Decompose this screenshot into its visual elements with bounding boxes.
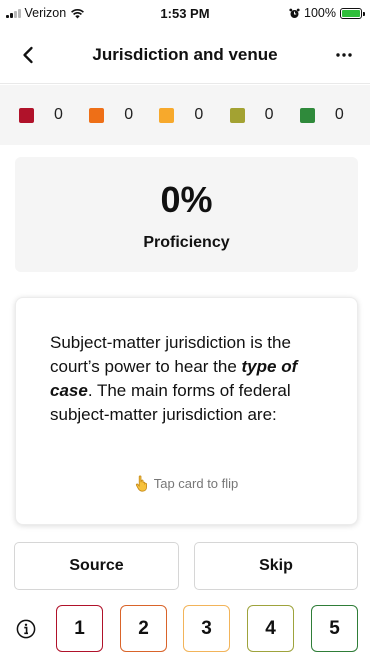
battery-charging-icon — [340, 7, 365, 19]
stat-rating-3: 0 — [159, 106, 229, 124]
flash-card[interactable]: Subject-matter jurisdiction is the court… — [15, 297, 358, 525]
stat-count: 0 — [264, 106, 274, 123]
stat-color-swatch — [299, 107, 315, 123]
flip-hint-label: Tap card to flip — [153, 476, 239, 491]
page-title: Jurisdiction and venue — [92, 44, 278, 64]
stat-color-swatch — [229, 107, 245, 123]
proficiency-label: Proficiency — [143, 234, 230, 251]
stat-count: 0 — [124, 106, 134, 123]
skip-button[interactable]: Skip — [194, 542, 358, 590]
status-right: 100% — [289, 6, 365, 20]
nav-bar: Jurisdiction and venue — [0, 26, 370, 84]
rating-button-1[interactable]: 1 — [56, 605, 103, 652]
stat-color-swatch — [19, 107, 34, 123]
signal-icon — [6, 8, 21, 18]
wifi-icon — [71, 8, 85, 18]
flip-hint: Tap card to flip — [16, 475, 357, 492]
status-bar: Verizon 1:53 PM 100% — [0, 0, 370, 26]
rating-stats-row: 0 0 0 0 0 — [0, 85, 370, 145]
stat-rating-4: 0 — [229, 106, 300, 124]
stat-color-swatch — [89, 107, 105, 123]
status-left: Verizon — [6, 6, 85, 20]
stat-rating-1: 0 — [19, 106, 89, 124]
pointing-hand-icon — [135, 475, 147, 492]
proficiency-percent: 0% — [160, 179, 213, 220]
card-question: Subject-matter jurisdiction is the court… — [50, 331, 330, 427]
stat-count: 0 — [54, 106, 63, 123]
rating-button-5[interactable]: 5 — [311, 605, 358, 652]
info-icon[interactable] — [16, 619, 36, 639]
back-chevron-icon[interactable] — [16, 43, 40, 67]
stat-rating-2: 0 — [89, 106, 159, 124]
proficiency-card: 0% Proficiency — [15, 157, 358, 272]
stat-count: 0 — [334, 106, 344, 123]
alarm-icon — [289, 8, 300, 18]
rating-button-4[interactable]: 4 — [247, 605, 294, 652]
carrier-label: Verizon — [24, 6, 67, 20]
stat-color-swatch — [159, 107, 175, 123]
stat-count: 0 — [194, 106, 204, 123]
battery-percent: 100% — [304, 6, 336, 20]
rating-button-2[interactable]: 2 — [120, 605, 167, 652]
source-button[interactable]: Source — [14, 542, 179, 590]
more-dots-icon[interactable] — [332, 43, 356, 67]
stat-rating-5: 0 — [299, 106, 370, 124]
rating-button-3[interactable]: 3 — [183, 605, 230, 652]
